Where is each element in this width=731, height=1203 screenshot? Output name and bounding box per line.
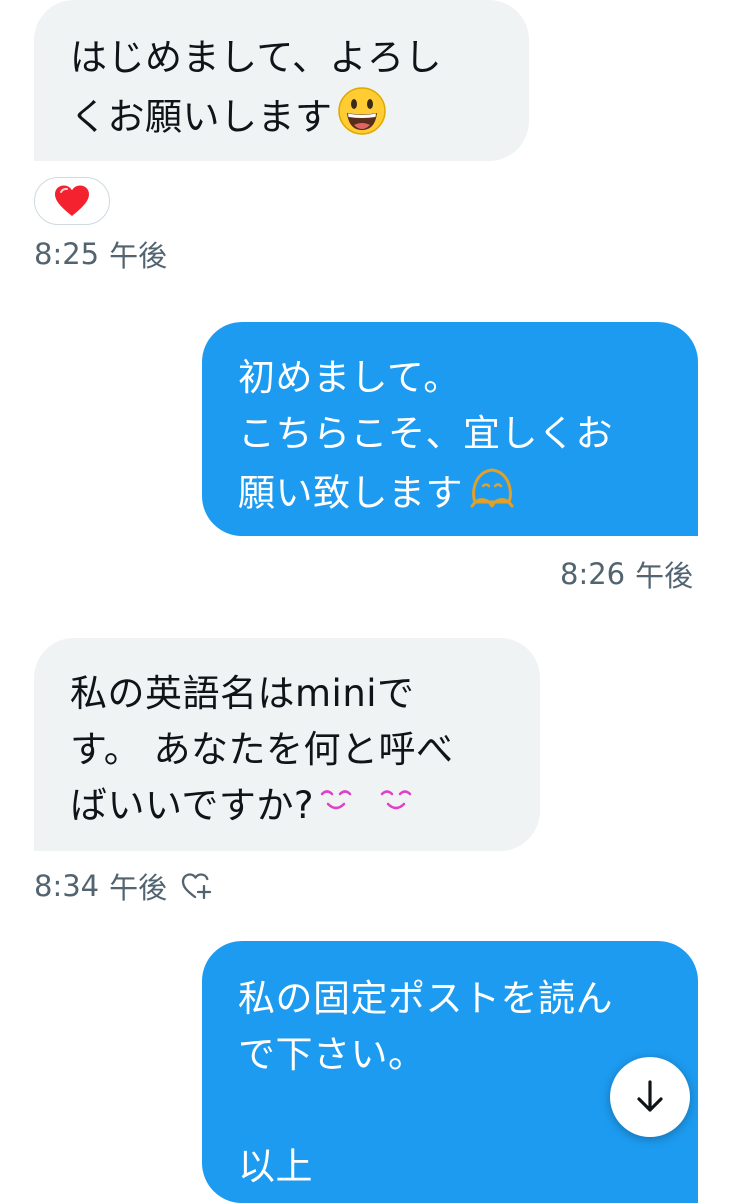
message-bubble-received[interactable]: はじめまして、よろし くお願いします <box>34 0 529 161</box>
bowing-face-emoji <box>467 462 517 528</box>
message-text-line: ばいいですか? <box>70 784 315 827</box>
add-reaction-icon[interactable] <box>181 871 213 901</box>
message-text-line: 願い致します <box>238 471 463 515</box>
message-timestamp: 8:26 午後 <box>560 553 693 595</box>
message-timestamp: 8:34 午後 <box>34 865 213 907</box>
message-text-line: 初めまして。 <box>238 356 461 399</box>
timestamp-time: 8:25 <box>34 237 100 271</box>
timestamp-period: 午後 <box>109 871 168 905</box>
message-text-line: くお願いします <box>70 95 333 139</box>
timestamp-time: 8:26 <box>560 557 626 591</box>
message-text-line: はじめまして、よろし <box>70 36 443 79</box>
message-text-line: 以上 <box>238 1145 313 1188</box>
message-bubble-received[interactable]: 私の英語名はminiで す。 あなたを何と呼べ ばいいですか? <box>34 638 540 851</box>
grinning-face-emoji <box>337 86 387 152</box>
scroll-to-bottom-button[interactable] <box>610 1057 690 1137</box>
message-bubble-sent[interactable]: 初めまして。 こちらこそ、宜しくお 願い致します <box>202 322 698 536</box>
timestamp-period: 午後 <box>635 559 694 593</box>
message-timestamp: 8:25 午後 <box>34 233 167 275</box>
timestamp-time: 8:34 <box>34 869 100 903</box>
message-text-line: で下さい。 <box>238 1033 426 1076</box>
message-text-line: 私の固定ポストを読ん <box>238 977 613 1020</box>
message-text-line: 私の英語名はminiで <box>70 672 415 715</box>
heart-reaction-icon[interactable] <box>34 177 110 225</box>
arrow-down-icon <box>633 1079 667 1115</box>
timestamp-period: 午後 <box>109 239 168 273</box>
smiling-eyes-emoji <box>316 780 426 836</box>
message-text-line: こちらこそ、宜しくお <box>238 412 613 455</box>
message-text-line: す。 あなたを何と呼べ <box>70 728 454 771</box>
